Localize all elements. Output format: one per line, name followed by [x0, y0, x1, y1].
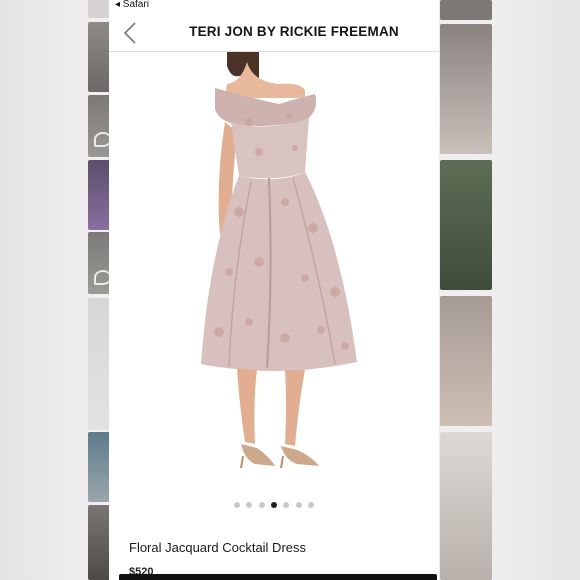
carousel-dot[interactable]: [271, 502, 277, 508]
chevron-left-icon: [123, 22, 136, 44]
background-column-right: [440, 0, 492, 580]
carousel-dot[interactable]: [308, 502, 315, 508]
carousel-dots: [109, 502, 439, 508]
back-to-safari-link[interactable]: ◂ Safari: [115, 0, 149, 10]
carousel-dot[interactable]: [283, 502, 290, 508]
product-name: Floral Jacquard Cocktail Dress: [129, 540, 307, 555]
carousel-dot[interactable]: [246, 502, 253, 508]
navigation-bar: TERI JON BY RICKIE FREEMAN: [109, 14, 439, 52]
carousel-dot[interactable]: [258, 502, 265, 508]
add-to-bag-button[interactable]: [119, 574, 437, 580]
carousel-dot[interactable]: [295, 502, 302, 508]
product-image[interactable]: [109, 52, 439, 492]
back-button[interactable]: [121, 20, 143, 46]
product-page: ◂ Safari TERI JON BY RICKIE FREEMAN Flor…: [109, 0, 439, 580]
dress-photo: [201, 52, 357, 469]
brand-title: TERI JON BY RICKIE FREEMAN: [189, 24, 399, 39]
carousel-dot[interactable]: [233, 502, 240, 508]
